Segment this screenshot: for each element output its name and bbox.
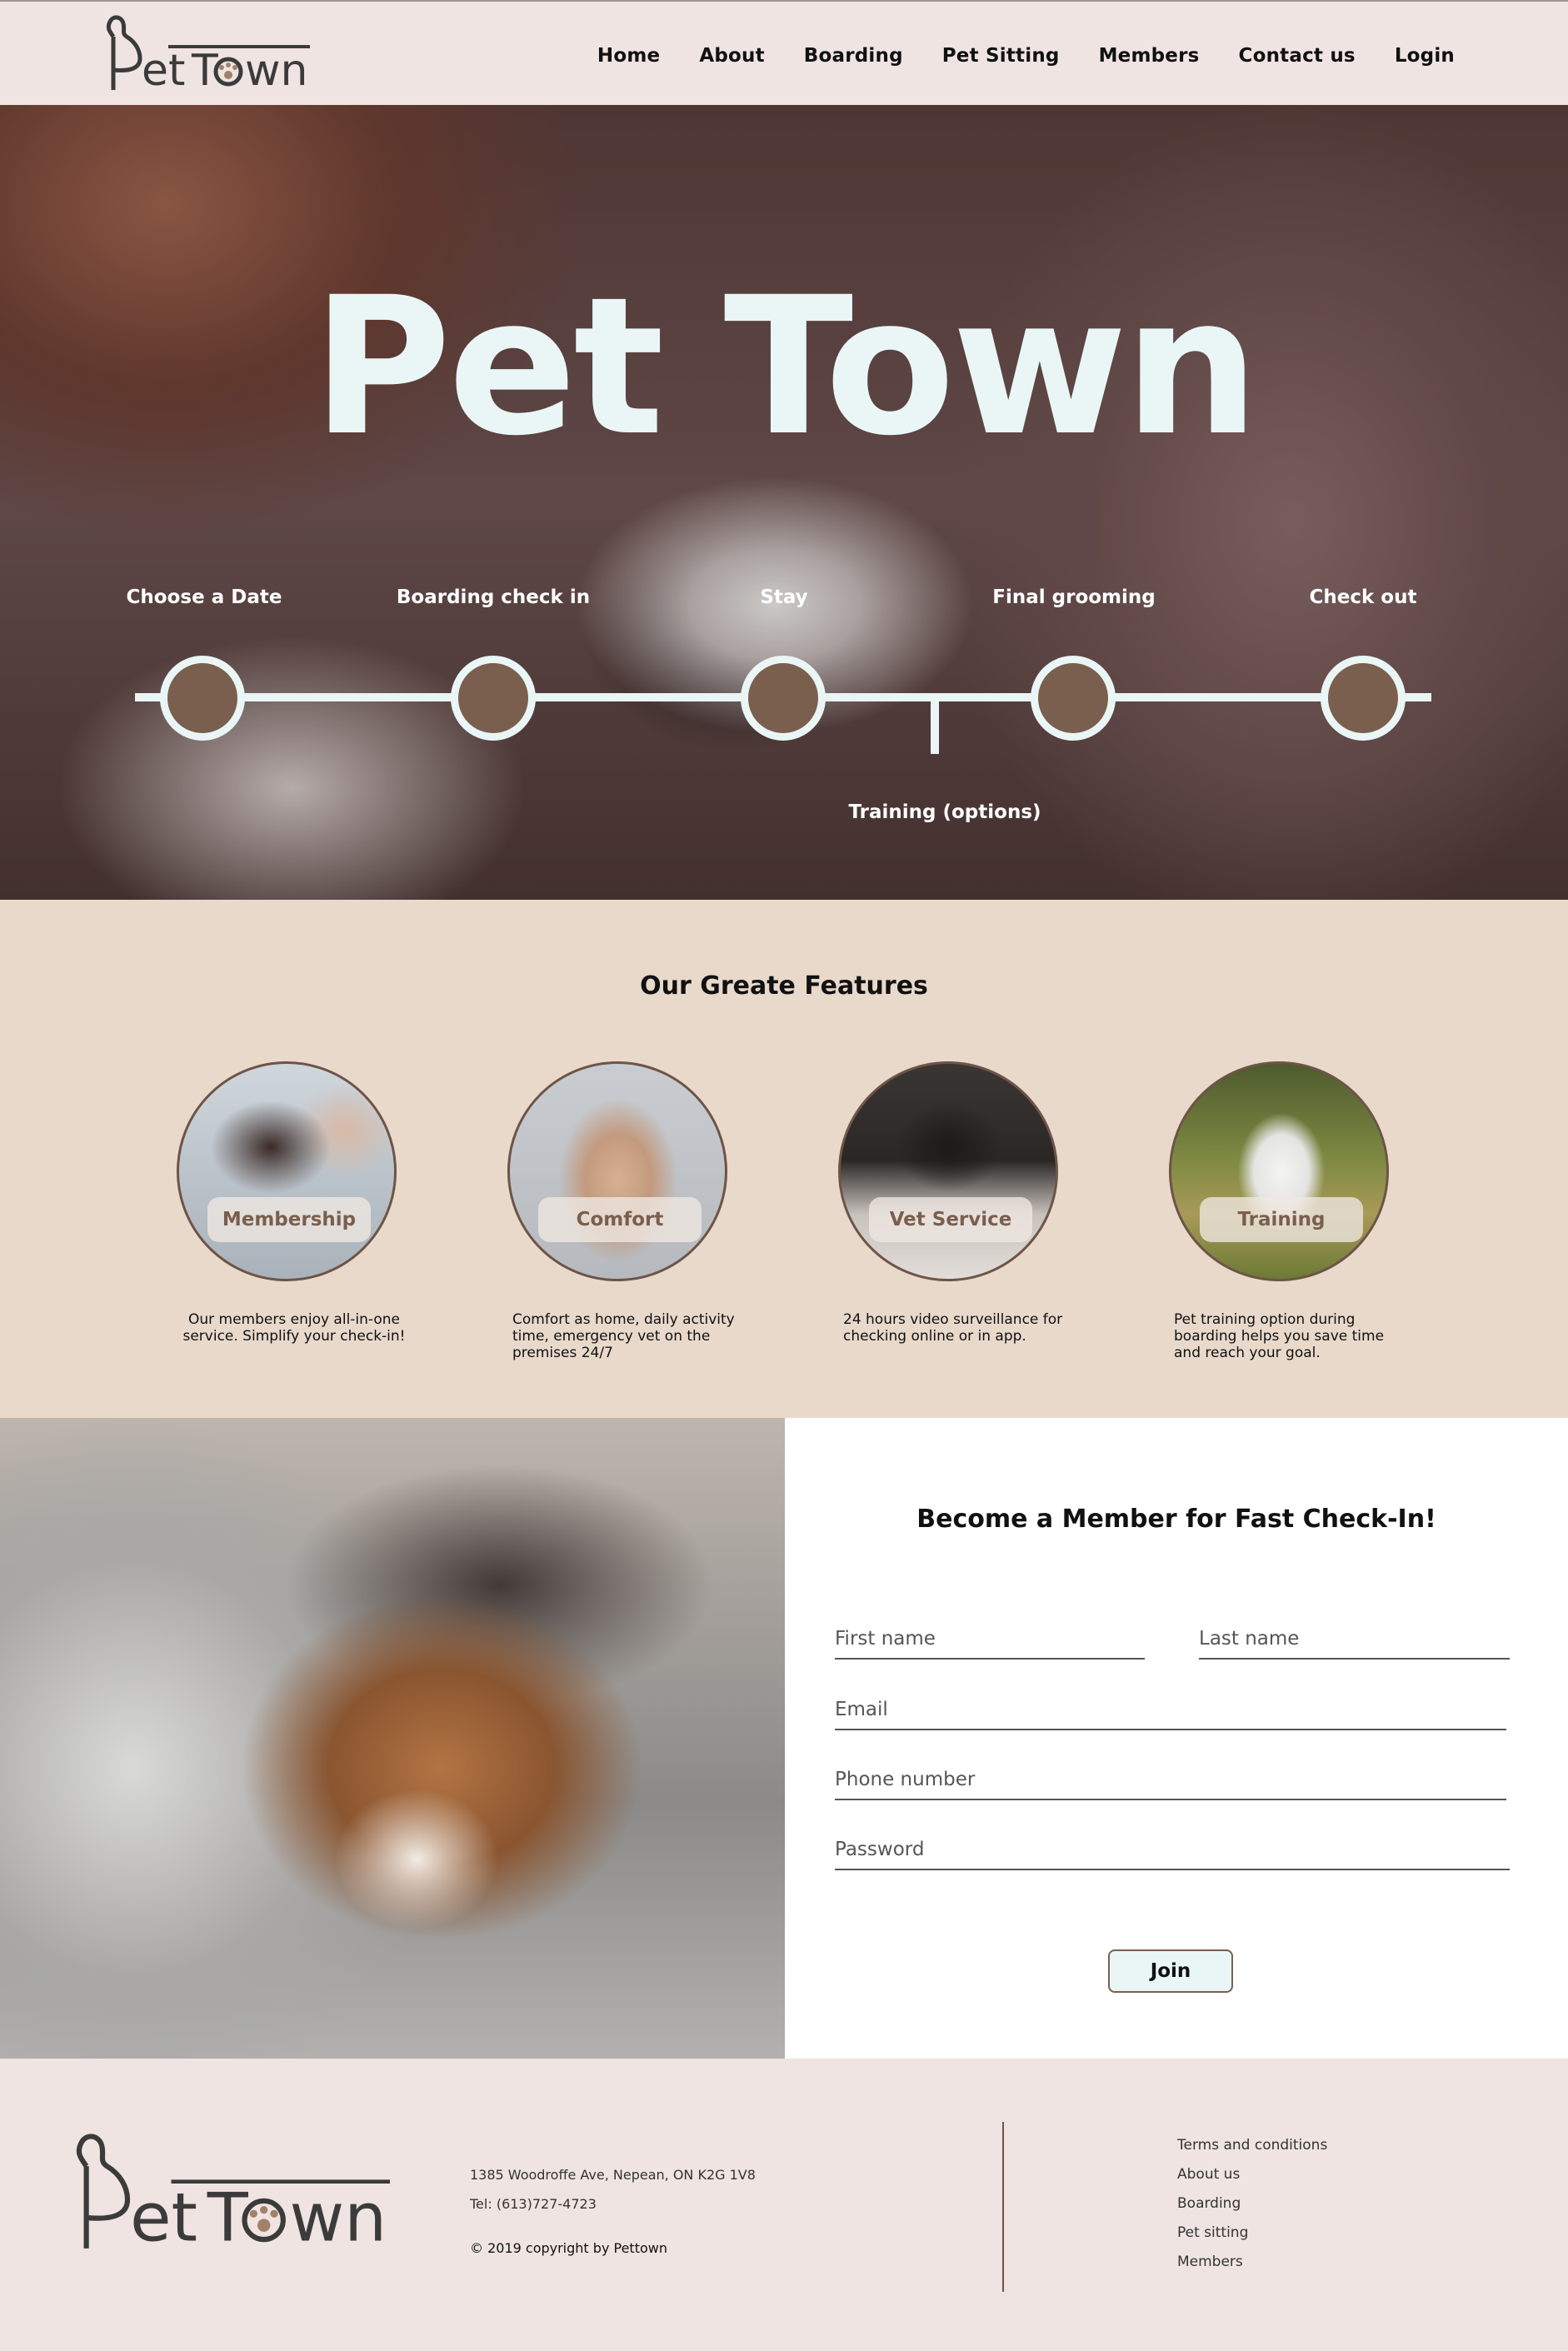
feature-card-comfort[interactable]: Comfort Comfort as home, daily activity … — [507, 1061, 735, 1361]
footer-link-terms[interactable]: Terms and conditions — [1177, 2137, 1327, 2154]
nav-about[interactable]: About — [699, 45, 764, 67]
footer-divider — [1002, 2122, 1004, 2292]
feature-image-vet-service: Vet Service — [838, 1061, 1058, 1281]
svg-text:wn: wn — [245, 46, 308, 95]
step-label-stay: Stay — [760, 587, 808, 608]
hero-title: Pet Town — [312, 256, 1260, 477]
main-nav: Home About Boarding Pet Sitting Members … — [558, 45, 1455, 67]
footer-link-boarding[interactable]: Boarding — [1177, 2195, 1241, 2212]
footer-link-members[interactable]: Members — [1177, 2254, 1243, 2270]
password-field[interactable] — [835, 1839, 1510, 1870]
last-name-field[interactable] — [1199, 1628, 1510, 1660]
features-heading: Our Greate Features — [640, 971, 928, 1001]
join-button[interactable]: Join — [1108, 1949, 1233, 1993]
feature-tag-vet-service: Vet Service — [869, 1197, 1032, 1242]
feature-desc-training: Pet training option during boarding help… — [1174, 1311, 1385, 1361]
timeline-step-dot[interactable] — [160, 656, 245, 741]
feature-tag-training: Training — [1200, 1197, 1363, 1242]
step-label-training-options: Training (options) — [848, 801, 1041, 823]
feature-image-membership: Membership — [177, 1061, 397, 1281]
phone-field[interactable] — [835, 1769, 1506, 1800]
pettown-footer-logo[interactable]: et T wn — [68, 2125, 390, 2259]
timeline-step-dot[interactable] — [1031, 656, 1116, 741]
feature-card-training[interactable]: Training Pet training option during boar… — [1169, 1061, 1389, 1361]
nav-home[interactable]: Home — [597, 45, 660, 67]
timeline-step-dot[interactable] — [1321, 656, 1406, 741]
site-header: et T wn Home About Boarding Pet Sitting … — [0, 0, 1568, 105]
footer-link-pet-sitting[interactable]: Pet sitting — [1177, 2224, 1248, 2241]
timeline-step-dot[interactable] — [741, 656, 826, 741]
hero-background-image — [0, 105, 1568, 900]
feature-desc-vet-service: 24 hours video surveillance for checking… — [843, 1311, 1063, 1345]
feature-desc-membership: Our members enjoy all-in-one service. Si… — [182, 1311, 406, 1345]
nav-login[interactable]: Login — [1395, 45, 1455, 67]
footer-link-about-us[interactable]: About us — [1177, 2166, 1240, 2183]
footer-copyright: © 2019 copyright by Pettown — [470, 2240, 667, 2256]
timeline-branch — [931, 697, 939, 754]
feature-image-comfort: Comfort — [507, 1061, 727, 1281]
footer-address: 1385 Woodroffe Ave, Nepean, ON K2G 1V8 — [470, 2167, 756, 2183]
member-heading: Become a Member for Fast Check-In! — [916, 1505, 1436, 1534]
footer-phone: Tel: (613)727-4723 — [470, 2196, 597, 2212]
nav-boarding[interactable]: Boarding — [804, 45, 903, 67]
step-label-final-grooming: Final grooming — [992, 587, 1156, 608]
svg-text:wn: wn — [290, 2179, 387, 2257]
pettown-logo[interactable]: et T wn — [102, 12, 310, 95]
step-label-check-out: Check out — [1309, 587, 1417, 608]
nav-pet-sitting[interactable]: Pet Sitting — [942, 45, 1060, 67]
feature-card-membership[interactable]: Membership Our members enjoy all-in-one … — [177, 1061, 406, 1345]
feature-tag-comfort: Comfort — [538, 1197, 702, 1242]
yorkie-photo — [0, 1418, 785, 2059]
feature-image-training: Training — [1169, 1061, 1389, 1281]
feature-tag-membership: Membership — [207, 1197, 371, 1242]
member-signup-panel: Become a Member for Fast Check-In! Join — [785, 1418, 1568, 2059]
svg-text:et: et — [142, 46, 185, 95]
timeline-step-dot[interactable] — [451, 656, 536, 741]
step-label-choose-date: Choose a Date — [126, 587, 282, 608]
hero-section: Pet Town Choose a Date Boarding check in… — [0, 105, 1568, 900]
feature-card-vet-service[interactable]: Vet Service 24 hours video surveillance … — [838, 1061, 1062, 1345]
nav-contact-us[interactable]: Contact us — [1239, 45, 1356, 67]
site-footer: et T wn 1385 Woodroffe Ave, Nepean, ON K… — [0, 2059, 1568, 2351]
email-field[interactable] — [835, 1699, 1506, 1730]
step-label-boarding-check-in: Boarding check in — [396, 587, 591, 608]
feature-desc-comfort: Comfort as home, daily activity time, em… — [512, 1311, 735, 1361]
features-section: Our Greate Features Membership Our membe… — [0, 900, 1568, 1418]
first-name-field[interactable] — [835, 1628, 1145, 1660]
svg-text:et: et — [130, 2179, 197, 2257]
nav-members[interactable]: Members — [1099, 45, 1200, 67]
